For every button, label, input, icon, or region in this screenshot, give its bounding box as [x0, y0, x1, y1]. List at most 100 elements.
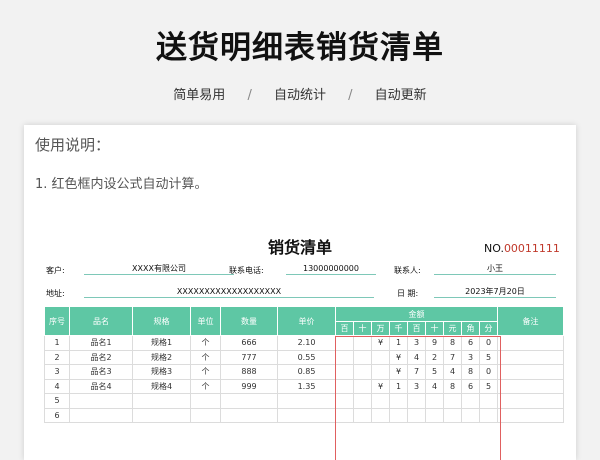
cell-amount-digit[interactable]	[461, 393, 480, 409]
cell-amount-digit[interactable]: 7	[407, 364, 426, 380]
cell-remark[interactable]	[497, 378, 564, 394]
cell-remark[interactable]	[497, 364, 564, 380]
cell-amount-digit[interactable]: 3	[461, 349, 480, 365]
cell-amount-digit[interactable]: 9	[425, 335, 444, 351]
cell-spec[interactable]	[132, 407, 191, 423]
cell-amount-digit[interactable]	[371, 364, 390, 380]
cell-amount-digit[interactable]: 0	[479, 335, 498, 351]
cell-amount-digit[interactable]	[371, 407, 390, 423]
cell-spec[interactable]: 规格3	[132, 364, 191, 380]
cell-seq[interactable]: 1	[44, 335, 70, 351]
cell-qty[interactable]: 888	[220, 364, 278, 380]
cell-amount-digit[interactable]	[443, 407, 462, 423]
cell-amount-digit[interactable]	[407, 407, 426, 423]
cell-amount-digit[interactable]: ¥	[389, 349, 408, 365]
cell-amount-digit[interactable]	[335, 378, 354, 394]
cell-unit[interactable]: 个	[190, 378, 221, 394]
tag-separator: /	[247, 88, 252, 103]
cell-amount-digit[interactable]	[353, 393, 372, 409]
cell-amount-digit[interactable]: 1	[389, 378, 408, 394]
cell-unit[interactable]: 个	[190, 335, 221, 351]
cell-price[interactable]: 0.85	[277, 364, 336, 380]
cell-amount-digit[interactable]: 4	[407, 349, 426, 365]
cell-qty[interactable]: 999	[220, 378, 278, 394]
cell-amount-digit[interactable]	[335, 364, 354, 380]
cell-amount-digit[interactable]	[371, 349, 390, 365]
cell-amount-digit[interactable]	[461, 407, 480, 423]
cell-amount-digit[interactable]	[353, 349, 372, 365]
cell-amount-digit[interactable]: 5	[479, 378, 498, 394]
cell-seq[interactable]: 4	[44, 378, 70, 394]
cell-amount-digit[interactable]	[335, 349, 354, 365]
cell-amount-digit[interactable]	[335, 407, 354, 423]
cell-unit[interactable]	[190, 393, 221, 409]
cell-amount-digit[interactable]: 6	[461, 378, 480, 394]
cell-amount-digit[interactable]: 8	[461, 364, 480, 380]
cell-amount-digit[interactable]	[479, 407, 498, 423]
cell-amount-digit[interactable]	[389, 393, 408, 409]
cell-amount-digit[interactable]	[479, 393, 498, 409]
cell-unit[interactable]: 个	[190, 349, 221, 365]
cell-amount-digit[interactable]	[353, 407, 372, 423]
cell-price[interactable]: 0.55	[277, 349, 336, 365]
cell-amount-digit[interactable]: ¥	[389, 364, 408, 380]
cell-remark[interactable]	[497, 407, 564, 423]
cell-qty[interactable]: 666	[220, 335, 278, 351]
cell-name[interactable]	[69, 407, 133, 423]
cell-amount-digit[interactable]: 4	[425, 378, 444, 394]
table-row: 3 品名3 规格3 个 888 0.85 ¥7 5 4 8 0	[44, 364, 564, 380]
cell-spec[interactable]: 规格1	[132, 335, 191, 351]
cell-unit[interactable]	[190, 407, 221, 423]
cell-name[interactable]: 品名2	[69, 349, 133, 365]
cell-amount-digit[interactable]: 3	[407, 378, 426, 394]
cell-amount-digit[interactable]	[335, 335, 354, 351]
cell-amount-digit[interactable]: 3	[407, 335, 426, 351]
cell-spec[interactable]	[132, 393, 191, 409]
cell-amount-digit[interactable]	[353, 378, 372, 394]
cell-seq[interactable]: 3	[44, 364, 70, 380]
cell-amount-digit[interactable]: 7	[443, 349, 462, 365]
cell-remark[interactable]	[497, 349, 564, 365]
cell-amount-digit[interactable]: 8	[443, 335, 462, 351]
cell-name[interactable]	[69, 393, 133, 409]
cell-price[interactable]	[277, 407, 336, 423]
cell-price[interactable]: 1.35	[277, 378, 336, 394]
cell-amount-digit[interactable]: 6	[461, 335, 480, 351]
cell-price[interactable]: 2.10	[277, 335, 336, 351]
cell-amount-digit[interactable]	[425, 407, 444, 423]
cell-name[interactable]: 品名3	[69, 364, 133, 380]
cell-seq[interactable]: 6	[44, 407, 70, 423]
cell-amount-digit[interactable]: 5	[425, 364, 444, 380]
cell-amount-digit[interactable]: 2	[425, 349, 444, 365]
cell-amount-digit[interactable]	[425, 393, 444, 409]
tag-auto-stat: 自动统计	[273, 88, 326, 103]
cell-amount-digit[interactable]: ¥	[371, 378, 390, 394]
cell-amount-digit[interactable]	[353, 364, 372, 380]
cell-amount-digit[interactable]: 0	[479, 364, 498, 380]
address-label: 地址:	[46, 289, 65, 298]
cell-amount-digit[interactable]: 8	[443, 378, 462, 394]
cell-qty[interactable]: 777	[220, 349, 278, 365]
cell-remark[interactable]	[497, 335, 564, 351]
cell-name[interactable]: 品名4	[69, 378, 133, 394]
cell-amount-digit[interactable]	[443, 393, 462, 409]
cell-price[interactable]	[277, 393, 336, 409]
cell-amount-digit[interactable]	[371, 393, 390, 409]
cell-amount-digit[interactable]	[353, 335, 372, 351]
cell-name[interactable]: 品名1	[69, 335, 133, 351]
cell-seq[interactable]: 5	[44, 393, 70, 409]
cell-seq[interactable]: 2	[44, 349, 70, 365]
cell-amount-digit[interactable]	[389, 407, 408, 423]
cell-amount-digit[interactable]: 5	[479, 349, 498, 365]
cell-spec[interactable]: 规格4	[132, 378, 191, 394]
cell-amount-digit[interactable]	[335, 393, 354, 409]
cell-qty[interactable]	[220, 393, 278, 409]
cell-amount-digit[interactable]: 1	[389, 335, 408, 351]
cell-unit[interactable]: 个	[190, 364, 221, 380]
cell-remark[interactable]	[497, 393, 564, 409]
cell-amount-digit[interactable]: ¥	[371, 335, 390, 351]
cell-spec[interactable]: 规格2	[132, 349, 191, 365]
cell-qty[interactable]	[220, 407, 278, 423]
cell-amount-digit[interactable]	[407, 393, 426, 409]
cell-amount-digit[interactable]: 4	[443, 364, 462, 380]
